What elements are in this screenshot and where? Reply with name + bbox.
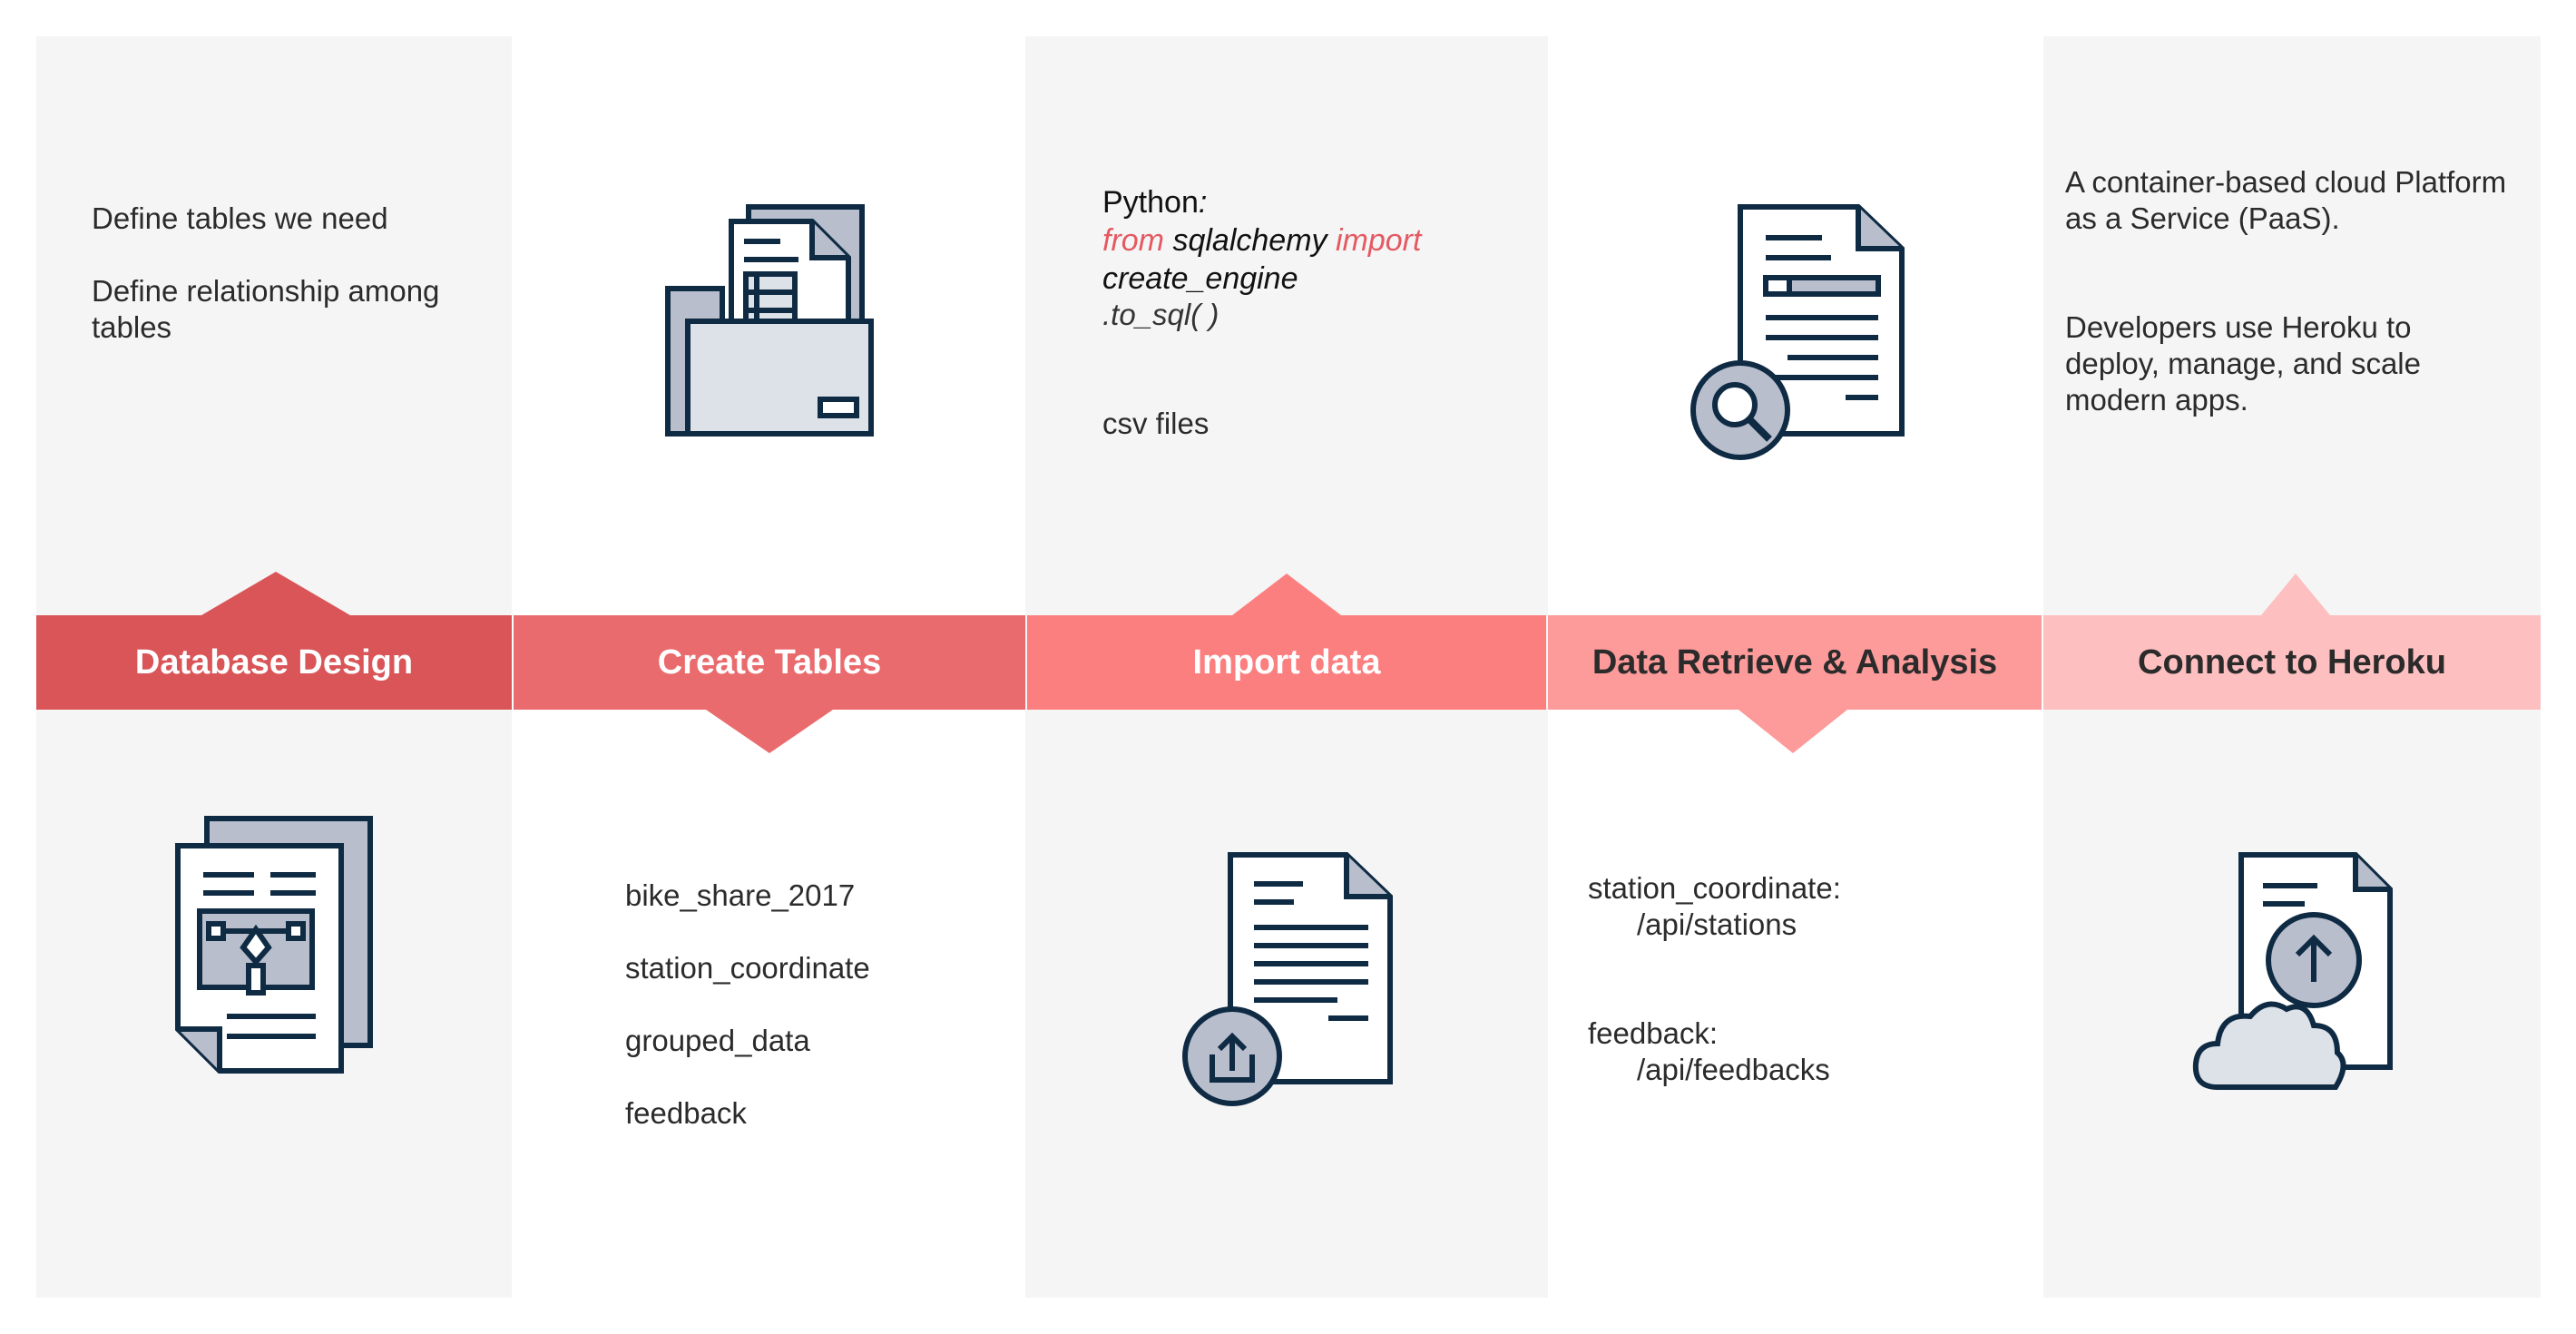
stage-create-tables: Create Tables xyxy=(514,615,1025,710)
document-search-icon xyxy=(1690,204,1905,460)
document-design-icon xyxy=(175,816,373,1074)
document-upload-icon xyxy=(1182,852,1393,1106)
stage-connect-heroku: Connect to Heroku xyxy=(2043,615,2541,710)
heroku-desc-5: modern apps. xyxy=(2065,383,2248,417)
python-create-engine: create_engine xyxy=(1102,261,1298,296)
stage-label: Data Retrieve & Analysis xyxy=(1592,642,1998,682)
stage-data-retrieve: Data Retrieve & Analysis xyxy=(1548,615,2042,710)
note-define-relationship: Define relationship among xyxy=(92,274,440,308)
table-bike-share: bike_share_2017 xyxy=(625,878,856,912)
table-feedback: feedback xyxy=(625,1096,747,1130)
note-define-relationship-cont: tables xyxy=(92,310,172,344)
notch-down-create xyxy=(706,710,833,753)
file-cabinet-icon xyxy=(665,204,874,436)
stage-database-design: Database Design xyxy=(36,615,512,710)
stage-import-data: Import data xyxy=(1027,615,1546,710)
api-feedback-label: feedback: xyxy=(1588,1016,1719,1050)
stage-label: Database Design xyxy=(134,642,414,682)
python-label: Python: xyxy=(1102,185,1208,220)
notch-down-retrieve xyxy=(1739,710,1847,753)
stage-label: Create Tables xyxy=(657,642,882,682)
note-define-tables: Define tables we need xyxy=(92,201,388,235)
api-stations-path: /api/stations xyxy=(1637,907,1797,941)
stage-label: Import data xyxy=(1192,642,1381,682)
notch-up-heroku xyxy=(2261,574,2330,615)
note-csv-files: csv files xyxy=(1102,407,1210,440)
heroku-desc-3: Developers use Heroku to xyxy=(2065,310,2412,344)
notch-up-database xyxy=(201,572,350,615)
table-station-coordinate: station_coordinate xyxy=(625,951,870,985)
python-import-line: from sqlalchemy import xyxy=(1102,223,1422,258)
table-grouped-data: grouped_data xyxy=(625,1024,810,1057)
stage-label: Connect to Heroku xyxy=(2138,642,2446,682)
notch-up-import xyxy=(1232,574,1341,615)
python-to-sql: .to_sql( ) xyxy=(1102,298,1219,331)
api-feedbacks-path: /api/feedbacks xyxy=(1637,1053,1830,1086)
heroku-desc-4: deploy, manage, and scale xyxy=(2065,347,2421,380)
cloud-upload-icon xyxy=(2192,852,2393,1090)
api-station-label: station_coordinate: xyxy=(1588,871,1841,905)
heroku-desc-2: as a Service (PaaS). xyxy=(2065,201,2340,235)
heroku-desc-1: A container-based cloud Platform xyxy=(2065,165,2507,199)
